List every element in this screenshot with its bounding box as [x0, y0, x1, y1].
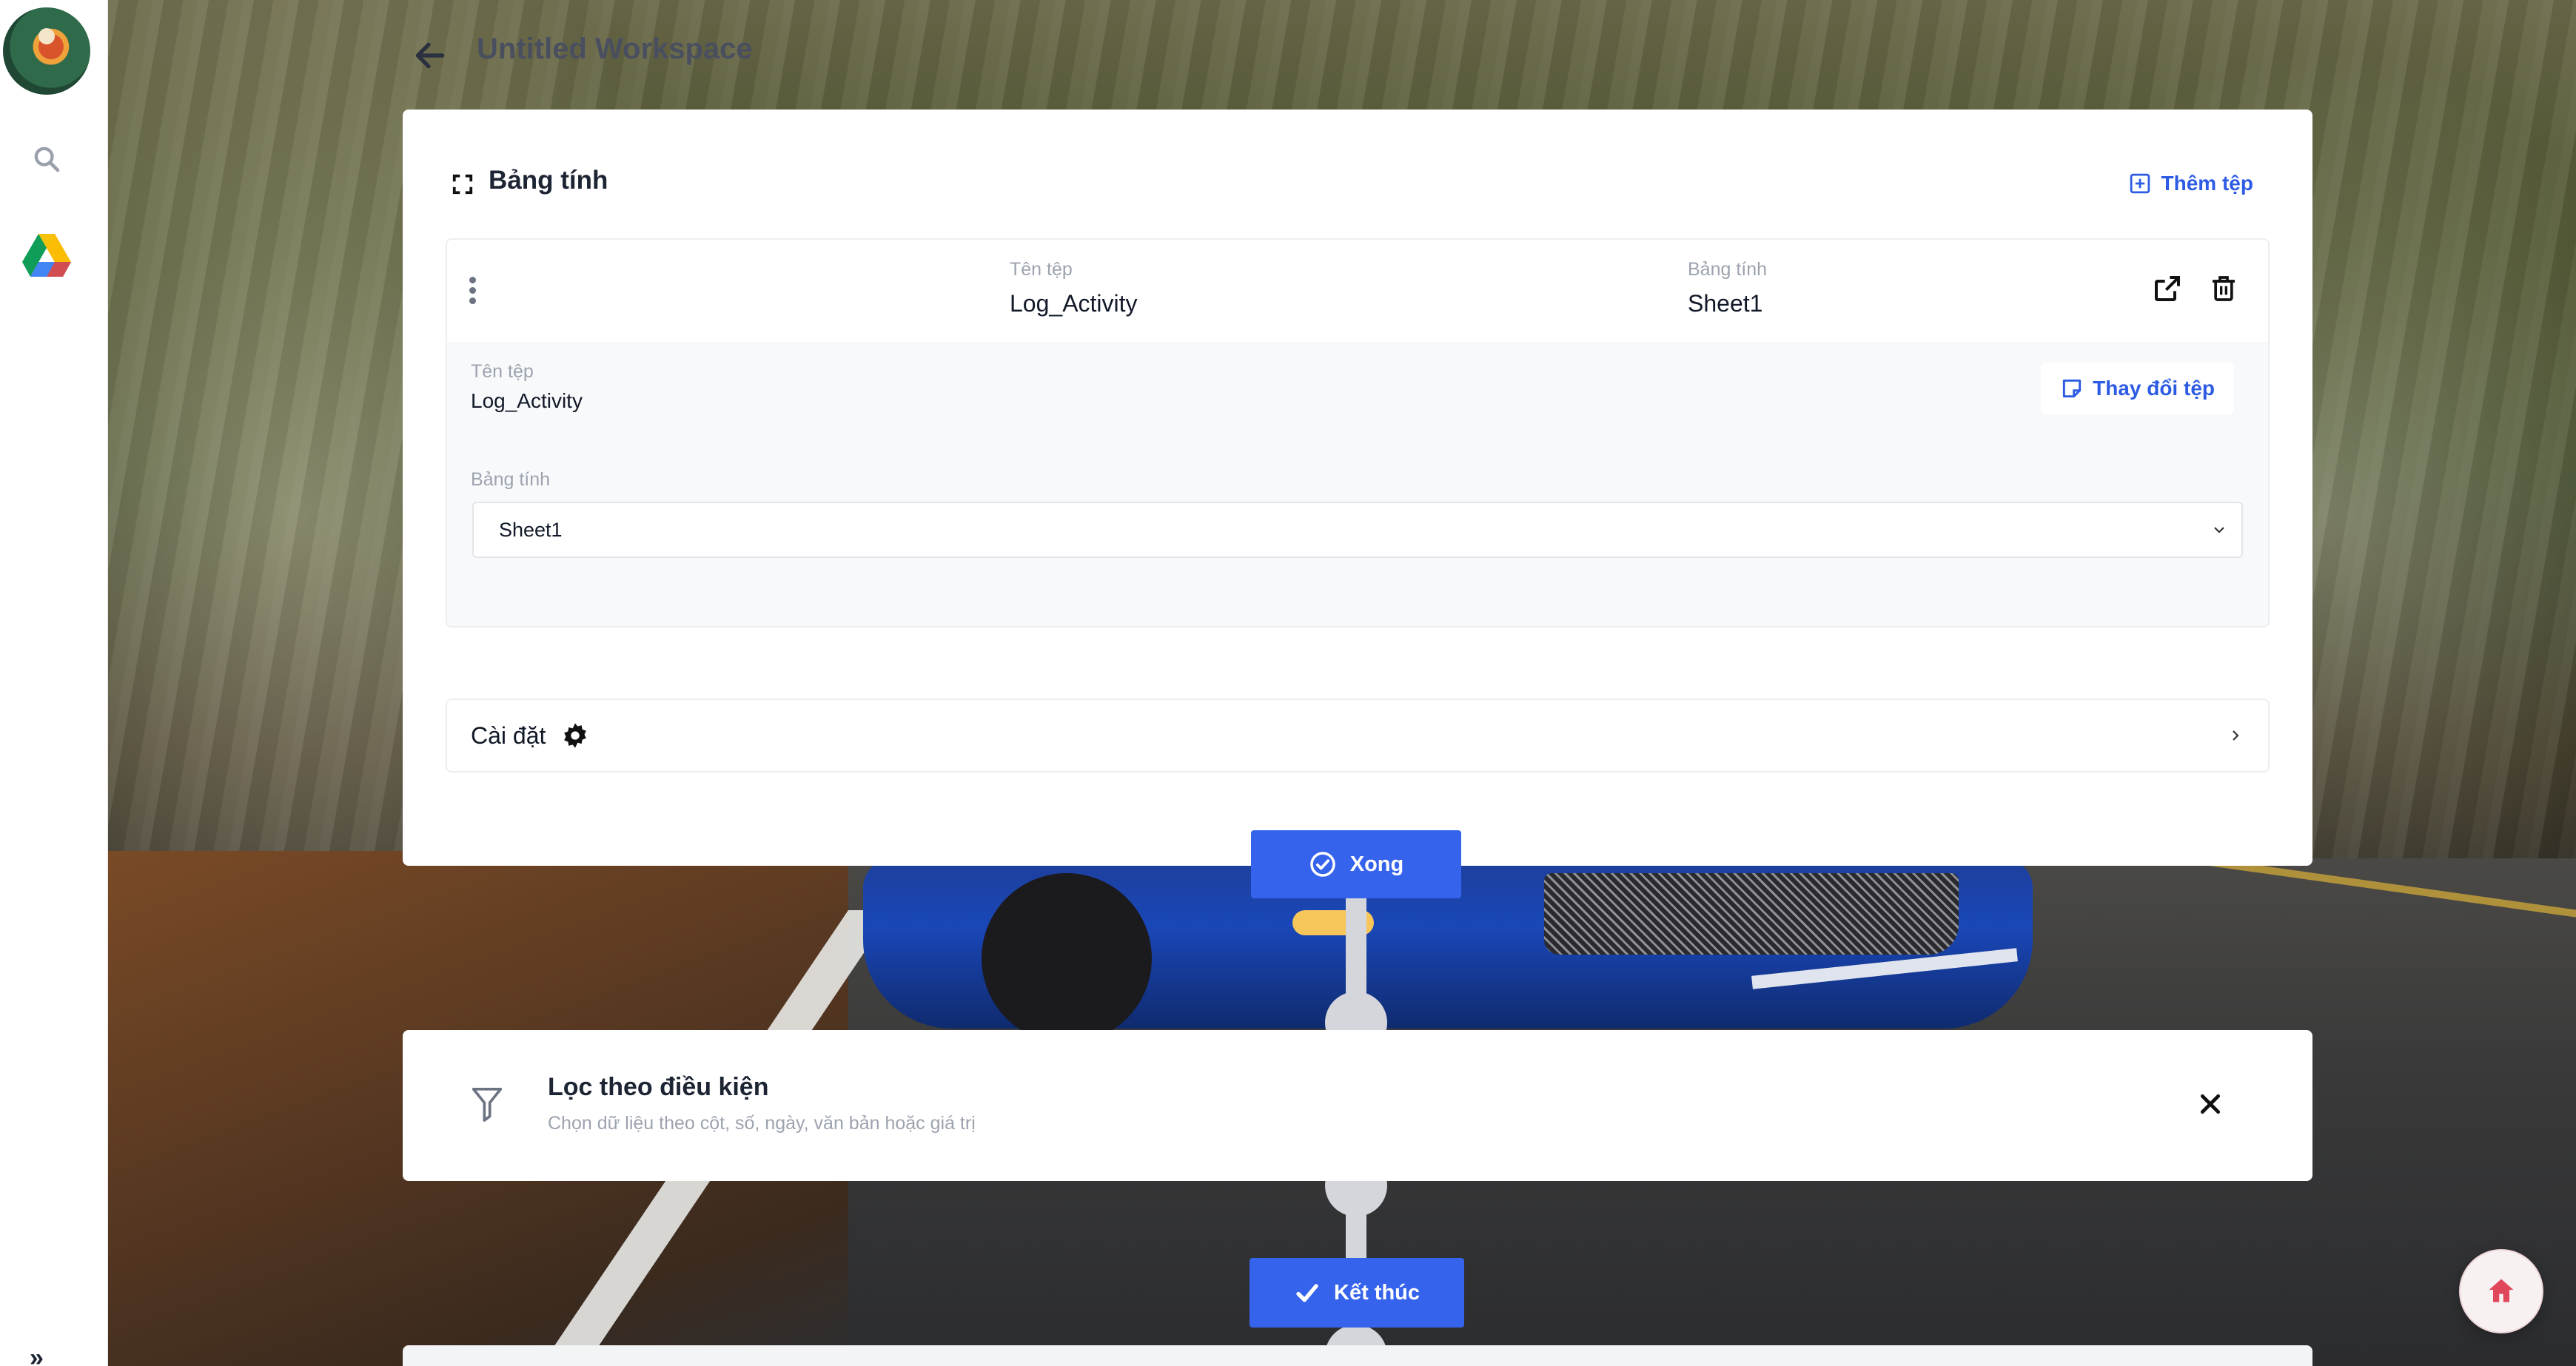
change-file-button[interactable]: Thay đổi tệp: [2041, 363, 2234, 414]
change-file-label: Thay đổi tệp: [2093, 377, 2215, 400]
card-title: Bảng tính: [489, 166, 608, 195]
sidebar: »: [0, 0, 108, 1366]
gear-icon: [564, 723, 587, 748]
file-row: Tên tệp Log_Activity Bảng tính Sheet1 Tê…: [446, 238, 2270, 628]
avatar[interactable]: [3, 7, 90, 95]
filter-subtitle: Chọn dữ liệu theo cột, số, ngày, văn bản…: [548, 1113, 976, 1134]
search-icon: [34, 147, 60, 172]
note-icon: [2062, 379, 2082, 398]
trash-icon[interactable]: [2209, 274, 2238, 303]
workspace-title[interactable]: Untitled Workspace: [477, 33, 753, 66]
sheet-value: Sheet1: [1688, 290, 1763, 317]
check-icon: [1296, 1284, 1318, 1302]
expand-icon[interactable]: »: [30, 1345, 44, 1366]
settings-row[interactable]: Cài đặt: [446, 699, 2270, 773]
background-car-grille: [1544, 873, 1959, 955]
detail-file-name-label: Tên tệp: [471, 361, 534, 382]
sheet-select-value: Sheet1: [499, 518, 563, 541]
file-details-panel: Tên tệp Log_Activity Thay đổi tệp Bảng t…: [447, 342, 2268, 626]
row-actions: [2153, 274, 2238, 303]
finish-button[interactable]: Kết thúc: [1250, 1258, 1464, 1328]
sheet-label: Bảng tính: [1688, 259, 1768, 280]
file-name-label: Tên tệp: [1010, 259, 1073, 280]
detail-sheet-label: Bảng tính: [471, 469, 551, 490]
filter-title: Lọc theo điều kiện: [548, 1073, 769, 1101]
done-label: Xong: [1349, 852, 1404, 876]
fullscreen-icon[interactable]: [452, 173, 474, 195]
back-arrow-icon[interactable]: [412, 37, 449, 74]
close-icon[interactable]: [2198, 1092, 2222, 1116]
done-button[interactable]: Xong: [1251, 830, 1461, 898]
add-file-button[interactable]: Thêm tệp: [2129, 172, 2253, 195]
settings-label: Cài đặt: [471, 721, 546, 749]
add-file-label: Thêm tệp: [2161, 172, 2253, 195]
chevron-down-icon: [2214, 527, 2224, 534]
background-car-wheel: [982, 873, 1152, 1043]
detail-file-name-value: Log_Activity: [471, 389, 583, 412]
google-drive-button[interactable]: [15, 223, 78, 287]
filter-card[interactable]: Lọc theo điều kiện Chọn dữ liệu theo cột…: [403, 1030, 2312, 1181]
search-button[interactable]: [15, 127, 78, 191]
home-icon: [2489, 1279, 2514, 1302]
file-row-summary[interactable]: Tên tệp Log_Activity Bảng tính Sheet1: [447, 240, 2268, 342]
drag-handle-icon[interactable]: [469, 277, 478, 306]
sheet-card: Bảng tính Thêm tệp Tên tệp Log_Activity …: [403, 110, 2312, 866]
filter-icon: [472, 1088, 503, 1122]
google-drive-icon: [22, 234, 71, 277]
external-link-icon[interactable]: [2153, 274, 2182, 303]
next-step-card[interactable]: [403, 1345, 2312, 1366]
home-button[interactable]: [2459, 1249, 2543, 1333]
file-name-value: Log_Activity: [1010, 290, 1138, 317]
chevron-right-icon: [2233, 730, 2239, 741]
check-circle-icon: [1309, 852, 1335, 877]
add-file-icon: [2130, 173, 2150, 194]
sheet-select[interactable]: Sheet1: [472, 502, 2243, 558]
finish-label: Kết thúc: [1334, 1280, 1420, 1305]
connector-line: [1346, 1181, 1366, 1258]
